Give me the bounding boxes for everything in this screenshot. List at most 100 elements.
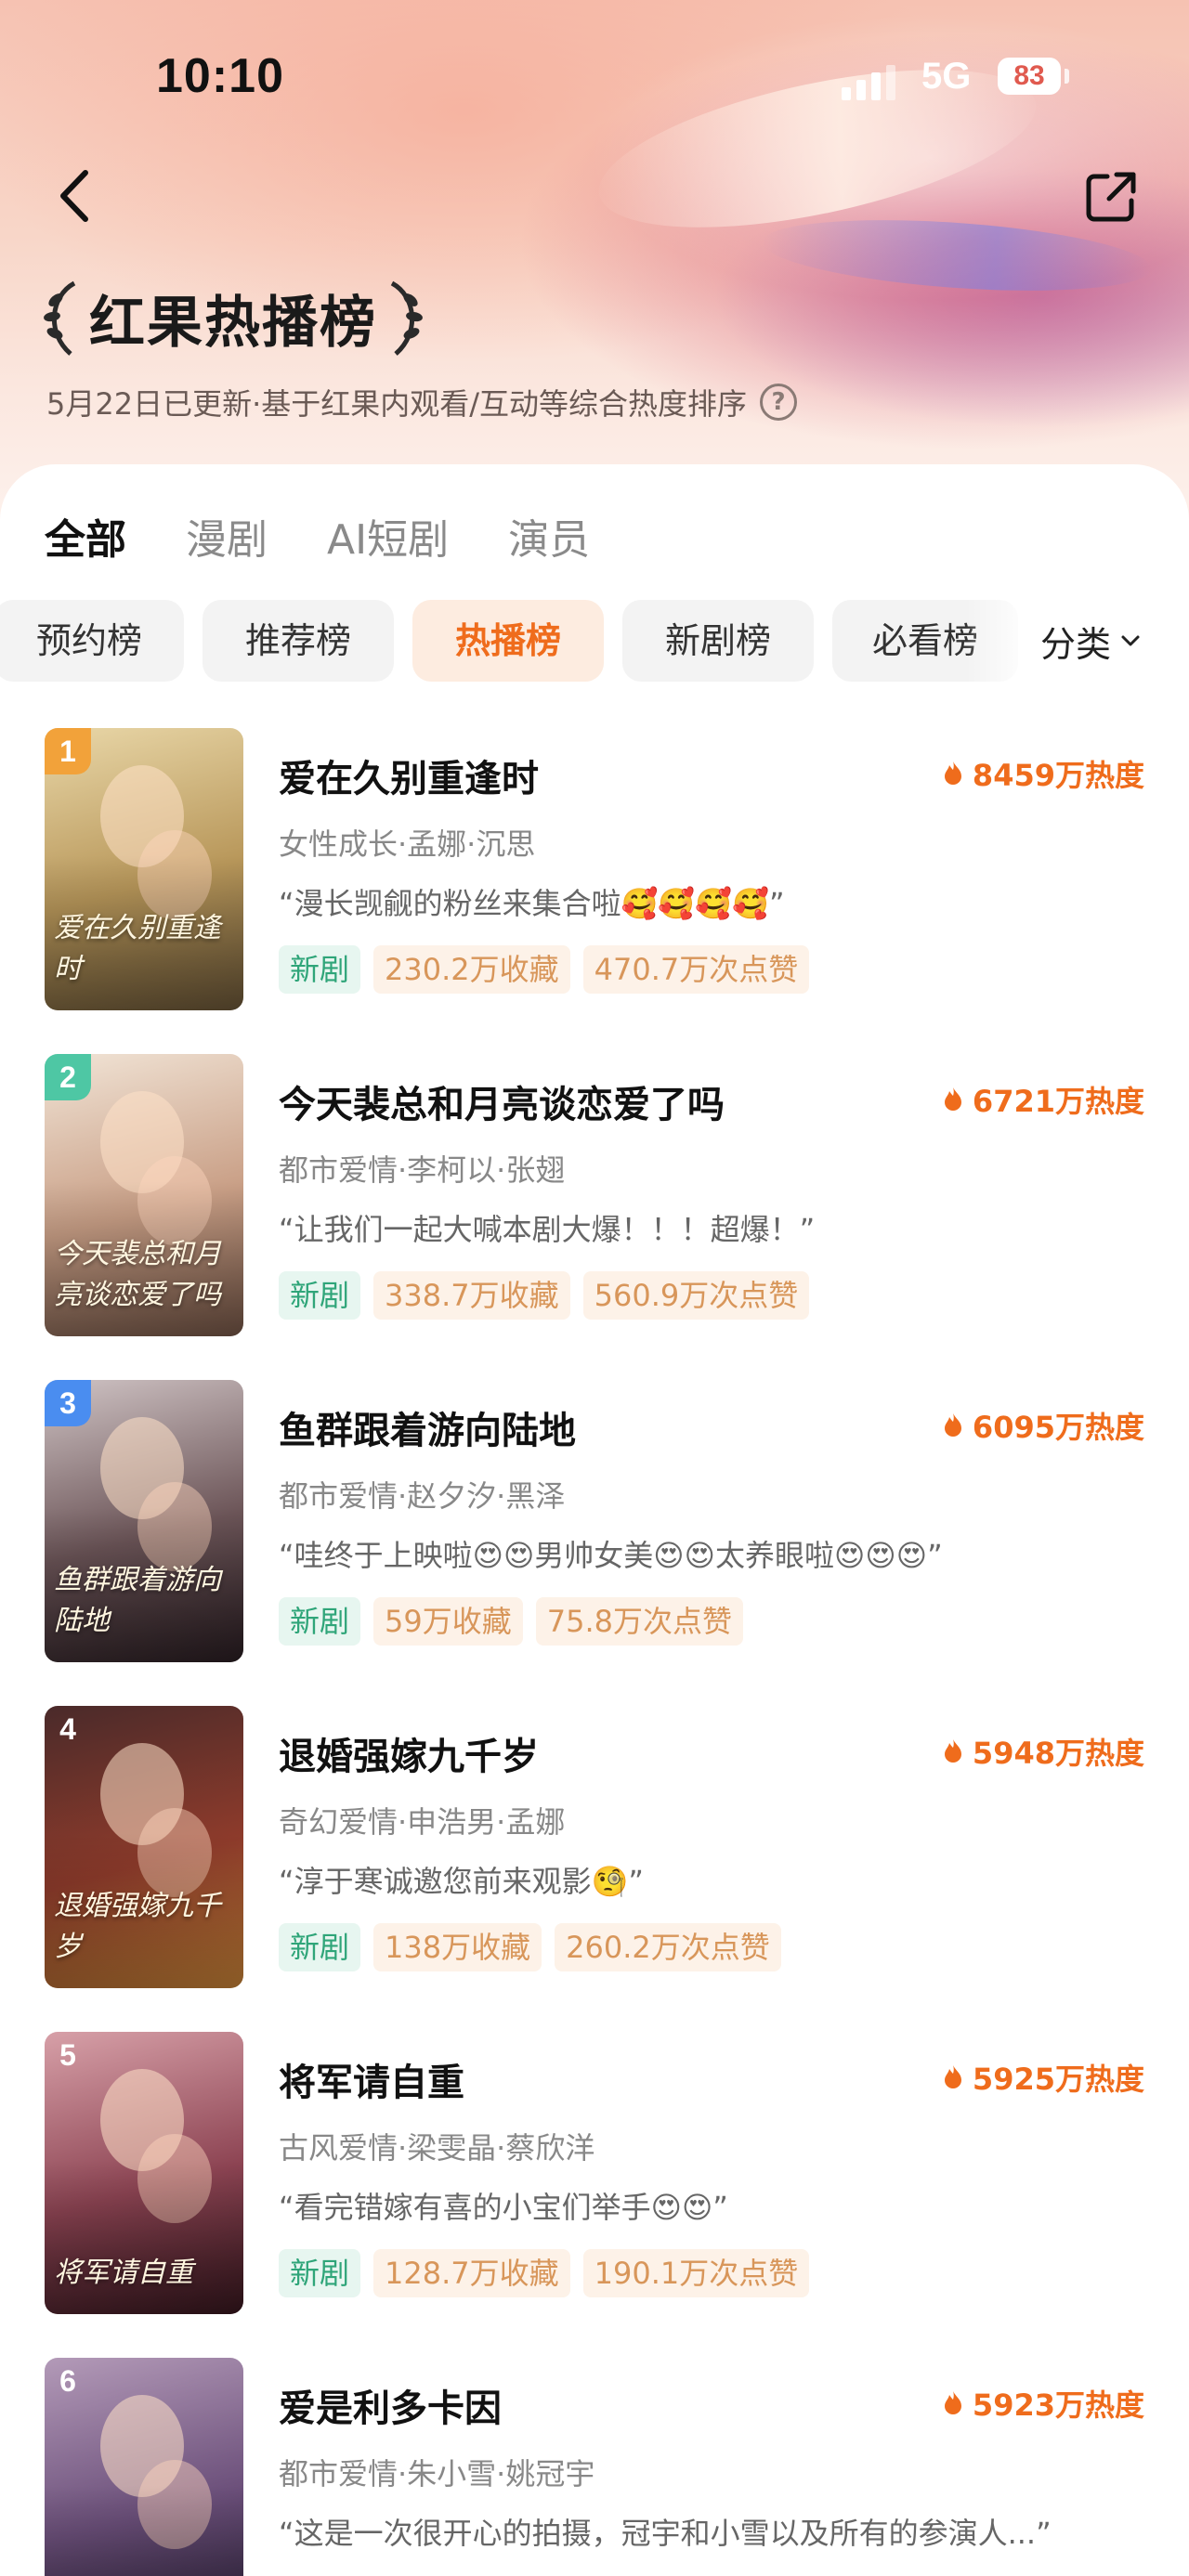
poster-title-text: 今天裴总和月亮谈恋爱了吗: [54, 1238, 221, 1311]
category-tabs: 全部 漫剧 AI短剧 演员: [45, 506, 649, 566]
status-time: 10:10: [156, 49, 284, 103]
poster-shade: [45, 2158, 243, 2314]
drama-tags: 新剧 338.7万收藏 560.9万次点赞: [279, 1271, 822, 1320]
tab-ai-short[interactable]: AI短剧: [327, 506, 449, 566]
likes-count: 470.7万次点赞: [582, 945, 810, 994]
drama-meta: 女性成长·孟娜·沉思: [279, 826, 536, 862]
flame-icon: [944, 1087, 961, 1111]
drama-poster[interactable]: 6爱是利多卡因: [45, 2358, 243, 2576]
heat-value: 5925万热度: [972, 2062, 1144, 2097]
tab-all[interactable]: 全部: [45, 506, 126, 566]
new-badge: 新剧: [279, 945, 361, 994]
drama-meta: 都市爱情·朱小雪·姚冠宇: [279, 2456, 595, 2491]
drama-poster[interactable]: 5 将军请自重: [45, 2032, 243, 2314]
drama-tags: 新剧 128.7万收藏 190.1万次点赞: [279, 2249, 822, 2297]
flame-icon: [944, 761, 961, 785]
drama-list-item[interactable]: 4 退婚强嫁九千岁 退婚强嫁九千岁 5948万热度 奇幻爱情·申浩男·孟娜 “淳于寒诚邀您…: [0, 1706, 1189, 1994]
new-badge: 新剧: [279, 1271, 361, 1320]
drama-title[interactable]: 爱在久别重逢时: [279, 748, 539, 802]
help-icon[interactable]: ?: [760, 384, 798, 421]
poster-title-text: 鱼群跟着游向陆地: [54, 1564, 221, 1637]
rank-tab-recommend[interactable]: 推荐榜: [203, 600, 394, 682]
likes-count: 260.2万次点赞: [555, 1923, 781, 1971]
heat-value: 8459万热度: [972, 758, 1144, 793]
drama-meta: 都市爱情·赵夕汐·黑泽: [279, 1478, 566, 1514]
drama-quote: “淳于寒诚邀您前来观影🧐”: [279, 1864, 645, 1899]
share-icon: [1086, 172, 1136, 222]
rank-tabs: 预约榜 推荐榜 热播榜 新剧榜 必看榜 分类: [0, 600, 1189, 683]
heat-value: 6721万热度: [972, 1084, 1144, 1119]
drama-title[interactable]: 退婚强嫁九千岁: [279, 1726, 539, 1780]
rank-badge: 2: [45, 1054, 91, 1100]
back-button[interactable]: [48, 163, 104, 228]
heat-score: 6721万热度: [943, 1078, 1144, 1121]
rank-badge: 3: [45, 1380, 91, 1426]
drama-title[interactable]: 将军请自重: [279, 2052, 464, 2106]
drama-list-item[interactable]: 1 爱在久别重逢时 爱在久别重逢时 8459万热度 女性成长·孟娜·沉思 “漫长觊觎的粉丝…: [0, 728, 1189, 1016]
rank-badge: 4: [59, 1712, 76, 1746]
drama-title[interactable]: 爱是利多卡因: [279, 2378, 502, 2432]
favorites-count: 59万收藏: [373, 1597, 523, 1646]
rank-tab-hot[interactable]: 热播榜: [412, 600, 604, 682]
drama-meta: 都市爱情·李柯以·张翅: [279, 1152, 566, 1188]
heat-value: 5923万热度: [972, 2387, 1144, 2423]
category-filter-label: 分类: [1040, 623, 1112, 665]
drama-tags: 新剧 138万收藏 260.2万次点赞: [279, 1923, 794, 1971]
drama-title[interactable]: 鱼群跟着游向陆地: [279, 1400, 576, 1454]
drama-tags: 新剧 59万收藏 75.8万次点赞: [279, 1597, 756, 1646]
drama-poster[interactable]: 1 爱在久别重逢时: [45, 728, 243, 1010]
tabs-fade: [966, 600, 1031, 683]
signal-icon: [842, 63, 901, 100]
drama-quote: “哇终于上映啦😍😍男帅女美😍😍太养眼啦😍😍😍”: [279, 1538, 943, 1573]
drama-meta: 奇幻爱情·申浩男·孟娜: [279, 1804, 566, 1840]
share-button[interactable]: [1083, 169, 1139, 225]
tab-actors[interactable]: 演员: [508, 506, 590, 566]
drama-poster[interactable]: 3 鱼群跟着游向陆地: [45, 1380, 243, 1662]
likes-count: 190.1万次点赞: [582, 2249, 810, 2297]
laurel-right-icon: [390, 280, 423, 356]
subtitle-row: 5月22日已更新·基于红果内观看/互动等综合热度排序 ?: [46, 381, 798, 423]
battery-tip: [1065, 69, 1069, 84]
laurel-left-icon: [44, 280, 76, 356]
chevron-left-icon: [60, 170, 88, 222]
poster-title-text: 爱在久别重逢时: [54, 912, 221, 985]
new-badge: 新剧: [279, 1923, 361, 1971]
heat-value: 5948万热度: [972, 1736, 1144, 1771]
rank-badge: 1: [45, 728, 91, 774]
likes-count: 75.8万次点赞: [535, 1597, 744, 1646]
drama-quote: “看完错嫁有喜的小宝们举手😍😍”: [279, 2190, 728, 2225]
tab-manju[interactable]: 漫剧: [186, 506, 268, 566]
rank-tab-new[interactable]: 新剧榜: [622, 600, 814, 682]
drama-poster[interactable]: 2 今天裴总和月亮谈恋爱了吗: [45, 1054, 243, 1336]
rank-badge: 5: [59, 2038, 76, 2072]
chevron-down-icon: [1121, 635, 1140, 646]
heat-score: 5923万热度: [943, 2382, 1144, 2425]
heat-score: 5948万热度: [943, 1730, 1144, 1773]
favorites-count: 138万收藏: [373, 1923, 542, 1971]
rank-tab-reservation[interactable]: 预约榜: [0, 600, 184, 682]
drama-poster[interactable]: 4 退婚强嫁九千岁: [45, 1706, 243, 1988]
new-badge: 新剧: [279, 1597, 361, 1646]
drama-title[interactable]: 今天裴总和月亮谈恋爱了吗: [279, 1074, 725, 1128]
title-row: 红果热播榜: [41, 271, 425, 364]
heat-score: 8459万热度: [943, 752, 1144, 795]
drama-quote: “漫长觊觎的粉丝来集合啦🥰🥰🥰🥰”: [279, 886, 785, 921]
drama-list-item[interactable]: 2 今天裴总和月亮谈恋爱了吗 今天裴总和月亮谈恋爱了吗 6721万热度 都市爱情·李柯以…: [0, 1054, 1189, 1342]
drama-quote: “这是一次很开心的拍摄，冠宇和小雪以及所有的参演人...”: [279, 2516, 1052, 2551]
rank-badge: 6: [59, 2364, 76, 2398]
poster-title-text: 退婚强嫁九千岁: [54, 1890, 221, 1963]
drama-list-item[interactable]: 5 将军请自重 将军请自重 5925万热度古风爱情·梁雯晶·蔡欣洋 “看完错嫁有喜的小宝…: [0, 2032, 1189, 2320]
drama-meta: 古风爱情·梁雯晶·蔡欣洋: [279, 2130, 595, 2166]
drama-list-item[interactable]: 3 鱼群跟着游向陆地 鱼群跟着游向陆地 6095万热度 都市爱情·赵夕汐·黑泽 “哇终于上…: [0, 1380, 1189, 1668]
heat-score: 5925万热度: [943, 2056, 1144, 2099]
drama-quote: “让我们一起大喊本剧大爆！！！超爆！”: [279, 1212, 816, 1247]
flame-icon: [944, 2065, 961, 2088]
favorites-count: 128.7万收藏: [373, 2249, 570, 2297]
drama-list-item[interactable]: 6爱是利多卡因爱是利多卡因 5923万热度都市爱情·朱小雪·姚冠宇 “这是一次很开心…: [0, 2358, 1189, 2576]
favorites-count: 338.7万收藏: [373, 1271, 570, 1320]
flame-icon: [944, 1739, 961, 1763]
likes-count: 560.9万次点赞: [582, 1271, 810, 1320]
new-badge: 新剧: [279, 2249, 361, 2297]
category-filter-button[interactable]: 分类: [1026, 600, 1143, 682]
favorites-count: 230.2万收藏: [373, 945, 570, 994]
